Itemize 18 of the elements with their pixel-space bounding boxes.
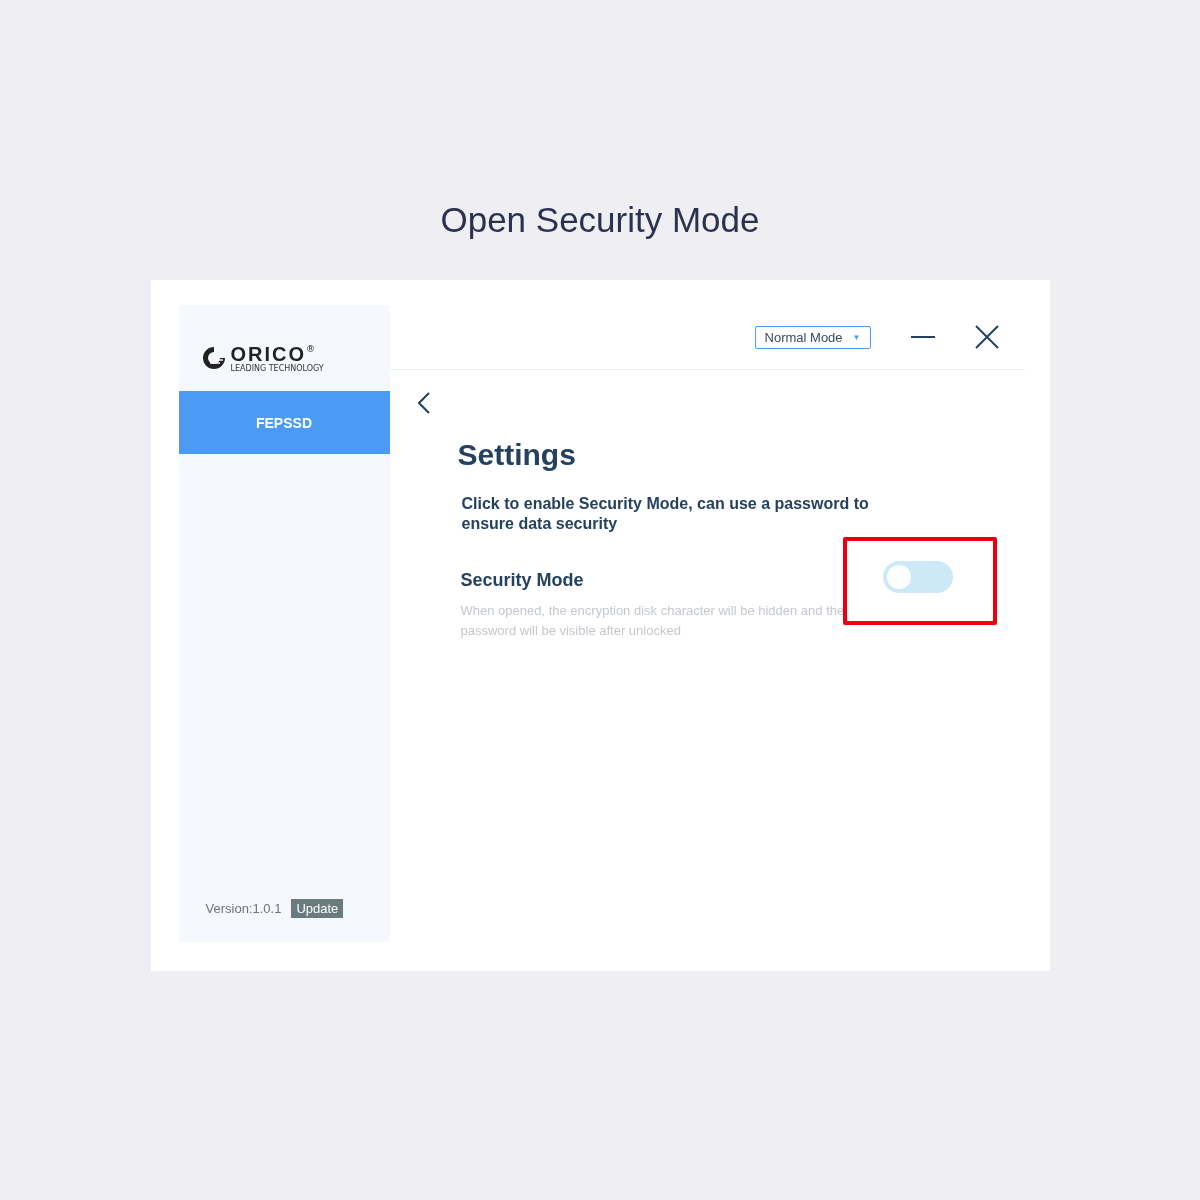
device-tab[interactable]: FEPSSD <box>178 391 390 454</box>
settings-intro: Click to enable Security Mode, can use a password to ensure data security <box>461 494 870 534</box>
option-description: When opened, the encryption disk character will be hidden and the password will be visible after unlocked <box>460 602 846 640</box>
version-label: Version:1.0.1 <box>205 901 282 916</box>
settings-title: Settings <box>457 438 577 472</box>
registered-mark: ® <box>306 343 316 354</box>
close-icon[interactable] <box>974 325 999 349</box>
back-icon[interactable] <box>417 392 430 414</box>
logo-tagline: LEADING TECHNOLOGY <box>230 363 324 373</box>
update-button[interactable]: Update <box>291 899 344 918</box>
option-label: Security Mode <box>460 570 585 591</box>
page-title: Open Security Mode <box>440 200 760 240</box>
logo-icon <box>200 345 227 371</box>
caret-icon: ▼ <box>852 332 861 342</box>
logo-name: ORICO <box>230 343 307 364</box>
toggle-switch[interactable] <box>882 561 953 593</box>
minimize-icon[interactable] <box>910 336 935 338</box>
mode-dropdown[interactable]: Normal Mode ▼ <box>754 325 871 349</box>
